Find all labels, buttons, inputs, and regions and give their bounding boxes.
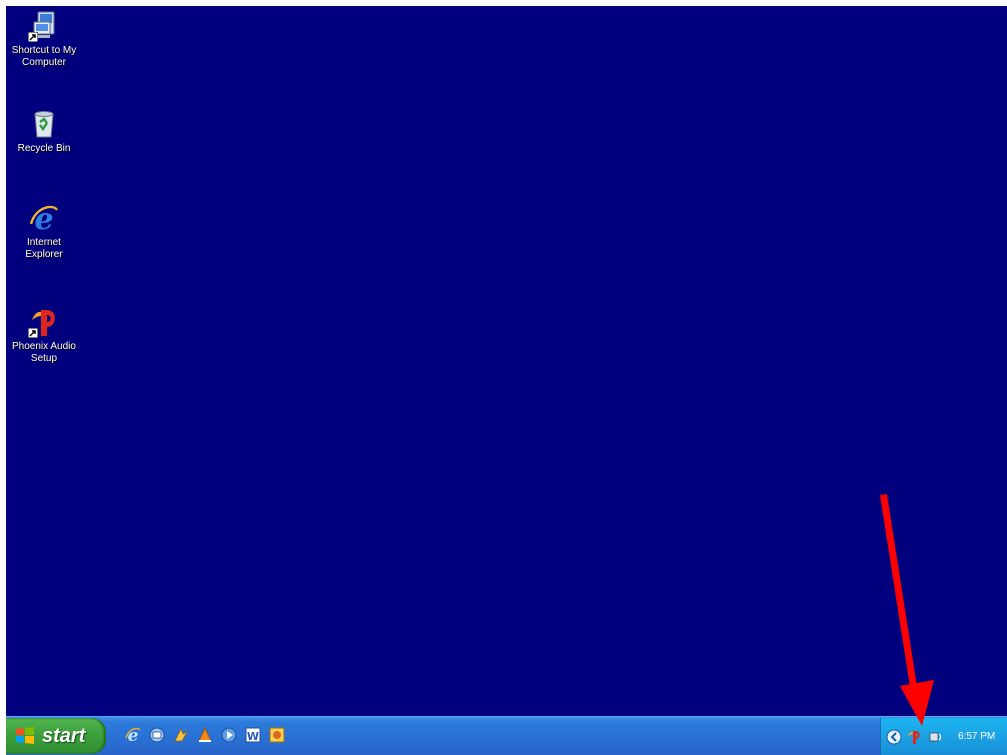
start-label: start — [42, 724, 86, 747]
media-icon[interactable] — [172, 726, 190, 744]
desktop-icon-phoenix-audio-setup[interactable]: Phoenix Audio Setup — [6, 306, 82, 365]
clock[interactable]: 6:57 PM — [958, 731, 995, 742]
phoenix-audio-icon — [28, 306, 60, 338]
quick-launch-bar: e W — [124, 726, 292, 746]
expand-tray-icon[interactable] — [886, 729, 902, 745]
vlc-icon[interactable] — [196, 726, 214, 744]
desktop-icon-internet-explorer[interactable]: e Internet Explorer — [6, 202, 82, 261]
desktop[interactable]: Shortcut to My Computer Recycle Bin e In… — [6, 6, 1007, 755]
desktop-icon-my-computer[interactable]: Shortcut to My Computer — [6, 10, 82, 69]
system-tray: 6:57 PM — [880, 718, 1007, 755]
my-computer-icon — [28, 10, 60, 42]
start-button[interactable]: start — [6, 718, 106, 754]
internet-explorer-icon[interactable]: e — [124, 726, 142, 746]
desktop-icon-label: Shortcut to My Computer — [11, 45, 77, 68]
app-icon[interactable] — [268, 726, 286, 744]
taskbar: start e W 6:57 PM — [6, 716, 1007, 755]
svg-text:W: W — [247, 730, 259, 743]
outlook-express-icon[interactable] — [148, 726, 166, 744]
desktop-icon-recycle-bin[interactable]: Recycle Bin — [6, 108, 82, 155]
windows-media-player-icon[interactable] — [220, 726, 238, 744]
desktop-icon-label: Phoenix Audio Setup — [12, 341, 76, 364]
desktop-icon-label: Internet Explorer — [25, 237, 63, 260]
recycle-bin-icon — [28, 108, 60, 140]
phoenix-audio-tray-icon[interactable] — [907, 729, 923, 745]
volume-icon[interactable] — [928, 729, 944, 745]
windows-logo-icon — [16, 727, 34, 744]
desktop-icon-label: Recycle Bin — [17, 143, 71, 154]
internet-explorer-icon: e — [28, 202, 60, 237]
word-icon[interactable]: W — [244, 726, 262, 744]
